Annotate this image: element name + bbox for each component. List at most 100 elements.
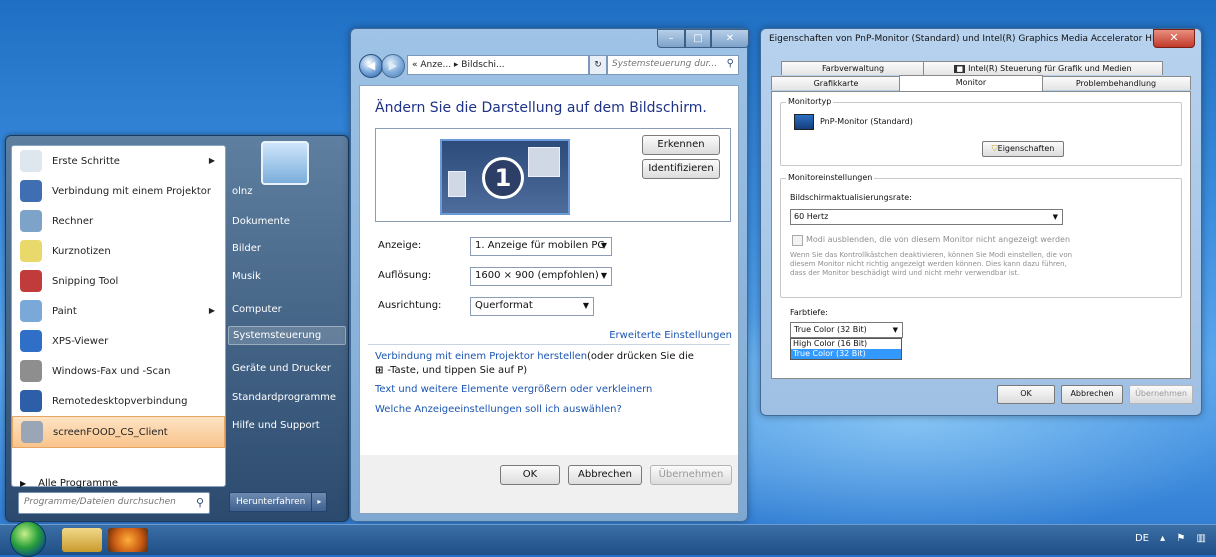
start-button-icon[interactable] <box>10 521 46 557</box>
intel-icon: ■ <box>954 65 966 73</box>
program-item[interactable]: Paint ▶ <box>12 296 225 326</box>
sticky-notes-icon <box>20 240 42 262</box>
flag-icon[interactable]: ⚑ <box>1176 533 1185 544</box>
media-player-taskbar-icon[interactable] <box>108 528 148 552</box>
tab-troubleshooting[interactable]: Problembehandlung <box>1041 76 1191 90</box>
identify-button[interactable]: Identifizieren <box>642 159 720 179</box>
cancel-button[interactable]: Abbrechen <box>1061 385 1123 404</box>
right-item-devices-printers[interactable]: Geräte und Drucker <box>228 357 344 379</box>
program-item[interactable]: XPS-Viewer <box>12 326 225 356</box>
all-programs-label: Alle Programme <box>38 477 118 489</box>
monitor-number: 1 <box>482 157 524 199</box>
right-item-pictures[interactable]: Bilder <box>228 237 344 259</box>
chevron-down-icon: ▼ <box>582 301 589 310</box>
connect-projector-link[interactable]: Verbindung mit einem Projektor herstelle… <box>375 351 587 362</box>
apply-button[interactable]: Übernehmen <box>1129 385 1193 404</box>
monitor-1-thumbnail[interactable]: 1 <box>440 139 570 215</box>
right-item-computer[interactable]: Computer <box>228 298 344 320</box>
program-item[interactable]: screenFOOD_CS_Client <box>12 416 225 448</box>
program-item[interactable]: Erste Schritte ▶ <box>12 146 225 176</box>
forward-icon[interactable]: ▶ <box>381 54 405 78</box>
search-icon[interactable]: ⚲ <box>727 58 734 69</box>
screenfood-icon <box>21 421 43 443</box>
program-item[interactable]: Snipping Tool <box>12 266 225 296</box>
right-item-control-panel[interactable]: Systemsteuerung <box>228 326 346 345</box>
resolution-label: Auflösung: <box>378 270 432 281</box>
explorer-taskbar-icon[interactable] <box>62 528 102 552</box>
tray-expand-icon[interactable]: ▴ <box>1160 533 1165 544</box>
color-depth-dropdown-list: High Color (16 Bit) True Color (32 Bit) <box>790 338 902 360</box>
program-item[interactable]: Remotedesktopverbindung <box>12 386 225 416</box>
user-picture-icon[interactable] <box>261 141 309 185</box>
fax-scan-icon <box>20 360 42 382</box>
cancel-button[interactable]: Abbrechen <box>568 465 642 485</box>
refresh-icon[interactable]: ↻ <box>589 55 607 75</box>
display-select[interactable]: 1. Anzeige für mobilen PC ▼ <box>470 237 612 256</box>
ok-button[interactable]: OK <box>997 385 1055 404</box>
tab-monitor[interactable]: Monitor <box>899 75 1043 91</box>
language-indicator[interactable]: DE <box>1135 533 1149 544</box>
color-depth-select[interactable]: True Color (32 Bit) ▼ <box>790 322 903 338</box>
taskbar: DE ▴ ⚑ ▥ <box>0 521 1216 557</box>
monitor-settings-label: Monitoreinstellungen <box>786 173 875 182</box>
color-option-16bit[interactable]: High Color (16 Bit) <box>791 339 901 349</box>
control-panel-search-input[interactable] <box>608 56 726 72</box>
window-thumbnail-icon <box>528 147 560 177</box>
tab-intel-graphics[interactable]: ■ Intel(R) Steuerung für Grafik und Medie… <box>923 61 1163 75</box>
which-settings-link[interactable]: Welche Anzeigeeinstellungen soll ich aus… <box>375 404 622 415</box>
properties-button[interactable]: ⛉Eigenschaften <box>982 141 1064 157</box>
hide-modes-checkbox[interactable] <box>792 235 803 246</box>
advanced-settings-link[interactable]: Erweiterte Einstellungen <box>609 330 732 341</box>
program-label: Snipping Tool <box>52 275 119 287</box>
tab-color-management[interactable]: Farbverwaltung <box>781 61 925 75</box>
search-icon[interactable]: ⚲ <box>196 496 204 509</box>
right-item-default-programs[interactable]: Standardprogramme <box>228 386 344 408</box>
color-option-32bit[interactable]: True Color (32 Bit) <box>791 349 901 359</box>
tab-graphics-card[interactable]: Grafikkarte <box>771 76 901 90</box>
control-panel-search-box[interactable]: ⚲ <box>607 55 739 75</box>
projector-hint-text: (oder drücken Sie die <box>587 351 694 362</box>
program-label: Verbindung mit einem Projektor <box>52 185 212 197</box>
properties-button-label: Eigenschaften <box>997 144 1055 153</box>
right-item-help-support[interactable]: Hilfe und Support <box>228 414 344 436</box>
right-item-music[interactable]: Musik <box>228 265 344 287</box>
submenu-arrow-icon[interactable]: ▶ <box>209 306 215 315</box>
close-icon[interactable]: ✕ <box>711 29 749 48</box>
resolution-select[interactable]: 1600 × 900 (empfohlen) ▼ <box>470 267 612 286</box>
right-item-user[interactable]: olnz <box>228 180 344 202</box>
text-size-link[interactable]: Text und weitere Elemente vergrößern ode… <box>375 384 652 395</box>
system-tray: DE ▴ ⚑ ▥ <box>1127 533 1206 544</box>
back-icon[interactable]: ◀ <box>359 54 383 78</box>
shutdown-button[interactable]: Herunterfahren <box>229 492 313 512</box>
ok-button[interactable]: OK <box>500 465 560 485</box>
program-item[interactable]: Kurznotizen <box>12 236 225 266</box>
detect-button[interactable]: Erkennen <box>642 135 720 155</box>
chevron-down-icon: ▼ <box>892 326 898 334</box>
maximize-icon[interactable]: □ <box>685 29 711 48</box>
apply-button[interactable]: Übernehmen <box>650 465 732 485</box>
program-item[interactable]: Windows-Fax und -Scan <box>12 356 225 386</box>
refresh-rate-value: 60 Hertz <box>794 212 829 221</box>
display-settings-window: – □ ✕ ◀ ▶ « Anze... ▸ Bildschi... ↻ ⚲ Än… <box>350 28 749 522</box>
program-label: Remotedesktopverbindung <box>52 395 188 407</box>
breadcrumb[interactable]: « Anze... ▸ Bildschi... <box>407 55 589 75</box>
start-search-input[interactable] <box>19 493 189 511</box>
windows-logo-icon: ⊞ <box>375 365 384 376</box>
shutdown-options-icon[interactable]: ▸ <box>312 492 328 512</box>
network-icon[interactable]: ▥ <box>1197 533 1206 544</box>
minimize-icon[interactable]: – <box>657 29 685 48</box>
program-item[interactable]: Rechner <box>12 206 225 236</box>
right-item-documents[interactable]: Dokumente <box>228 210 344 232</box>
triangle-right-icon: ▶ <box>20 478 27 488</box>
program-item[interactable]: Verbindung mit einem Projektor <box>12 176 225 206</box>
xps-viewer-icon <box>20 330 42 352</box>
submenu-arrow-icon[interactable]: ▶ <box>209 156 215 165</box>
orientation-select[interactable]: Querformat ▼ <box>470 297 594 316</box>
refresh-rate-select[interactable]: 60 Hertz ▼ <box>790 209 1063 225</box>
start-search-box[interactable]: ⚲ <box>18 492 210 514</box>
page-title: Ändern Sie die Darstellung auf dem Bilds… <box>375 100 707 116</box>
all-programs-item[interactable]: ▶ Alle Programme <box>12 472 118 494</box>
close-icon[interactable]: ✕ <box>1153 29 1195 48</box>
orientation-label: Ausrichtung: <box>378 300 442 311</box>
chevron-down-icon: ▼ <box>1052 213 1058 221</box>
